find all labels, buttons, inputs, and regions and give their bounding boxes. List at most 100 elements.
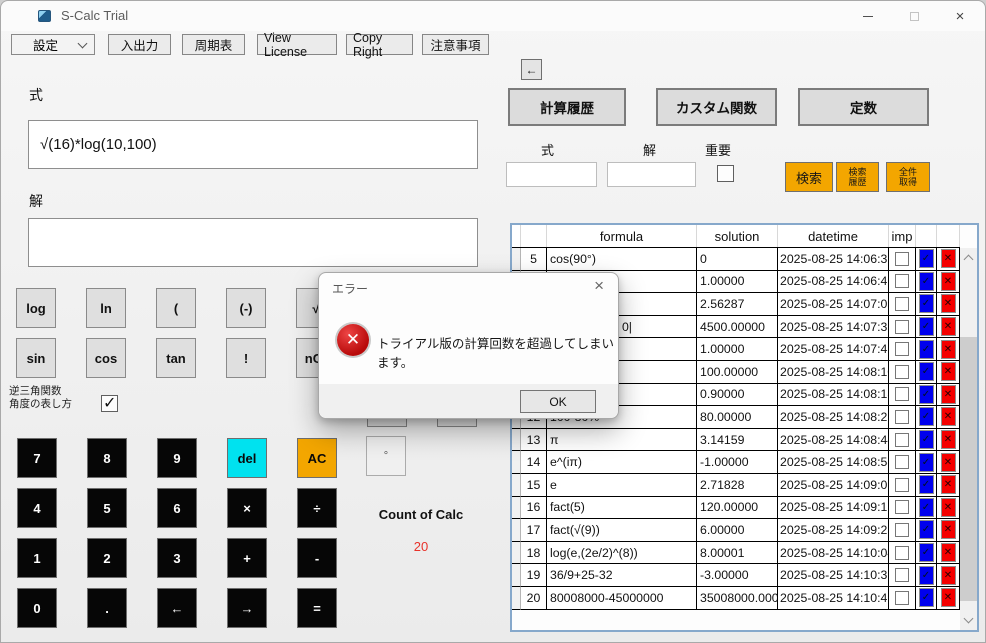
minus-key[interactable]: -: [297, 538, 337, 578]
delete-row-button[interactable]: ✕: [940, 565, 956, 585]
recalc-check-button[interactable]: ✓: [918, 588, 934, 608]
num-3-key[interactable]: 3: [157, 538, 197, 578]
negate-key[interactable]: (-): [226, 288, 266, 328]
scroll-down-icon[interactable]: [960, 612, 977, 628]
recalc-check-button[interactable]: ✓: [918, 520, 934, 540]
view-license-button[interactable]: View License: [257, 31, 337, 59]
delete-row-button[interactable]: ✕: [940, 317, 956, 337]
io-button[interactable]: 入出力: [108, 34, 171, 55]
degree-key[interactable]: °: [366, 436, 406, 476]
num-5-key[interactable]: 5: [87, 488, 127, 528]
recalc-check-button[interactable]: ✓: [918, 384, 934, 404]
sin-key[interactable]: sin: [16, 338, 56, 378]
plus-key[interactable]: +: [227, 538, 267, 578]
delete-row-button[interactable]: ✕: [940, 407, 956, 427]
delete-row-button[interactable]: ✕: [940, 588, 956, 608]
collapse-panel-button[interactable]: ←: [521, 59, 542, 80]
important-checkbox[interactable]: [717, 165, 734, 182]
num-6-key[interactable]: 6: [157, 488, 197, 528]
calc-history-button[interactable]: 計算履歴: [508, 88, 626, 126]
header-solution[interactable]: solution: [697, 225, 778, 247]
delete-row-button[interactable]: ✕: [940, 497, 956, 517]
recalc-check-button[interactable]: ✓: [918, 339, 934, 359]
row-header-cell[interactable]: [512, 473, 521, 497]
delete-row-button[interactable]: ✕: [940, 362, 956, 382]
row-header-cell[interactable]: [512, 541, 521, 565]
solution-input[interactable]: [28, 218, 478, 267]
imp-checkbox[interactable]: [895, 500, 909, 515]
num-4-key[interactable]: 4: [17, 488, 57, 528]
recalc-check-button[interactable]: ✓: [918, 452, 934, 472]
delete-row-button[interactable]: ✕: [940, 430, 956, 450]
row-header-cell[interactable]: [512, 519, 521, 542]
close-button[interactable]: ×: [937, 1, 983, 31]
recalc-check-button[interactable]: ✓: [918, 565, 934, 585]
recalc-check-button[interactable]: ✓: [918, 294, 934, 314]
imp-checkbox[interactable]: [895, 296, 909, 311]
divide-key[interactable]: ÷: [297, 488, 337, 528]
recalc-check-button[interactable]: ✓: [918, 543, 934, 563]
ln-key[interactable]: ln: [86, 288, 126, 328]
imp-checkbox[interactable]: [895, 522, 909, 537]
fetch-all-button[interactable]: 全件 取得: [886, 162, 930, 192]
cos-key[interactable]: cos: [86, 338, 126, 378]
scrollbar-thumb[interactable]: [960, 337, 977, 601]
recalc-check-button[interactable]: ✓: [918, 249, 934, 269]
custom-functions-button[interactable]: カスタム関数: [656, 88, 777, 126]
all-clear-key[interactable]: AC: [297, 438, 337, 478]
formula-input[interactable]: √(16)*log(10,100): [28, 120, 478, 169]
num-8-key[interactable]: 8: [87, 438, 127, 478]
search-formula-input[interactable]: [506, 162, 597, 187]
row-header-cell[interactable]: [512, 451, 521, 474]
search-solution-input[interactable]: [607, 162, 696, 187]
delete-row-button[interactable]: ✕: [940, 452, 956, 472]
imp-checkbox[interactable]: [895, 455, 909, 470]
recalc-check-button[interactable]: ✓: [918, 497, 934, 517]
notes-button[interactable]: 注意事項: [422, 34, 489, 55]
table-scrollbar[interactable]: [960, 248, 977, 630]
delete-row-button[interactable]: ✕: [940, 249, 956, 269]
cursor-left-key[interactable]: ←: [157, 588, 197, 628]
settings-dropdown[interactable]: 設定: [11, 34, 95, 55]
num-2-key[interactable]: 2: [87, 538, 127, 578]
imp-checkbox[interactable]: [895, 432, 909, 447]
tan-key[interactable]: tan: [156, 338, 196, 378]
imp-checkbox[interactable]: [895, 274, 909, 289]
cursor-right-key[interactable]: →: [227, 588, 267, 628]
multiply-key[interactable]: ×: [227, 488, 267, 528]
search-history-button[interactable]: 検索 履歴: [836, 162, 879, 192]
decimal-key[interactable]: .: [87, 588, 127, 628]
row-header-cell[interactable]: [512, 564, 521, 587]
delete-row-button[interactable]: ✕: [940, 271, 956, 291]
row-header-cell[interactable]: [512, 496, 521, 520]
recalc-check-button[interactable]: ✓: [918, 317, 934, 337]
delete-row-button[interactable]: ✕: [940, 339, 956, 359]
equals-key[interactable]: =: [297, 588, 337, 628]
imp-checkbox[interactable]: [895, 545, 909, 560]
row-header-cell[interactable]: [512, 248, 521, 271]
row-header-cell[interactable]: [512, 428, 521, 452]
dialog-close-icon[interactable]: ×: [594, 276, 604, 296]
periodic-table-button[interactable]: 周期表: [182, 34, 245, 55]
delete-row-button[interactable]: ✕: [940, 384, 956, 404]
imp-checkbox[interactable]: [895, 319, 909, 334]
scroll-up-icon[interactable]: [960, 250, 977, 266]
num-7-key[interactable]: 7: [17, 438, 57, 478]
header-datetime[interactable]: datetime: [778, 225, 889, 247]
open-paren-key[interactable]: (: [156, 288, 196, 328]
constants-button[interactable]: 定数: [798, 88, 929, 126]
search-button[interactable]: 検索: [785, 162, 833, 192]
inverse-trig-checkbox[interactable]: [101, 393, 118, 413]
num-1-key[interactable]: 1: [17, 538, 57, 578]
factorial-key[interactable]: !: [226, 338, 266, 378]
recalc-check-button[interactable]: ✓: [918, 362, 934, 382]
num-9-key[interactable]: 9: [157, 438, 197, 478]
log-key[interactable]: log: [16, 288, 56, 328]
imp-checkbox[interactable]: [895, 477, 909, 492]
delete-row-button[interactable]: ✕: [940, 543, 956, 563]
delete-row-button[interactable]: ✕: [940, 520, 956, 540]
minimize-button[interactable]: [845, 1, 891, 31]
imp-checkbox[interactable]: [895, 342, 909, 357]
imp-checkbox[interactable]: [895, 568, 909, 583]
recalc-check-button[interactable]: ✓: [918, 407, 934, 427]
